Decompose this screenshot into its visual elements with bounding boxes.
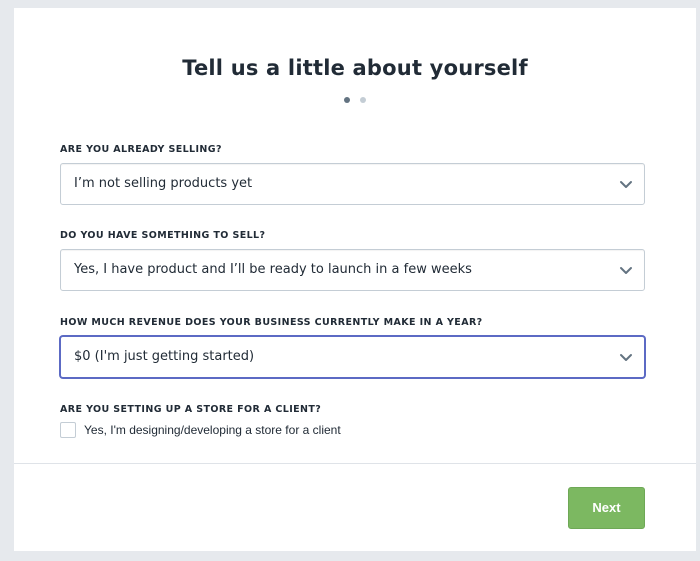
footer-divider — [14, 463, 696, 464]
step-dot-active — [344, 97, 350, 103]
selling-select-value: I’m not selling products yet — [74, 176, 253, 191]
next-button[interactable]: Next — [568, 487, 645, 529]
something-to-sell-label: DO YOU HAVE SOMETHING TO SELL? — [60, 230, 266, 241]
step-dot — [360, 97, 366, 103]
page-title: Tell us a little about yourself — [182, 56, 528, 80]
step-indicator — [14, 97, 696, 103]
client-store-option[interactable]: Yes, I'm designing/developing a store fo… — [60, 422, 341, 438]
revenue-label: HOW MUCH REVENUE DOES YOUR BUSINESS CURR… — [60, 317, 483, 328]
revenue-select-value: $0 (I'm just getting started) — [74, 349, 255, 364]
revenue-select[interactable]: $0 (I'm just getting started) — [60, 336, 645, 378]
something-to-sell-select[interactable]: Yes, I have product and I’ll be ready to… — [60, 249, 645, 291]
chevron-down-icon — [620, 354, 632, 361]
chevron-down-icon — [620, 181, 632, 188]
client-store-label: ARE YOU SETTING UP A STORE FOR A CLIENT? — [60, 404, 322, 415]
onboarding-card: Tell us a little about yourself ARE YOU … — [14, 8, 696, 551]
chevron-down-icon — [620, 267, 632, 274]
selling-select[interactable]: I’m not selling products yet — [60, 163, 645, 205]
client-store-checkbox-label: Yes, I'm designing/developing a store fo… — [84, 423, 341, 437]
selling-label: ARE YOU ALREADY SELLING? — [60, 144, 222, 155]
client-store-checkbox[interactable] — [60, 422, 76, 438]
something-to-sell-select-value: Yes, I have product and I’ll be ready to… — [74, 262, 472, 277]
